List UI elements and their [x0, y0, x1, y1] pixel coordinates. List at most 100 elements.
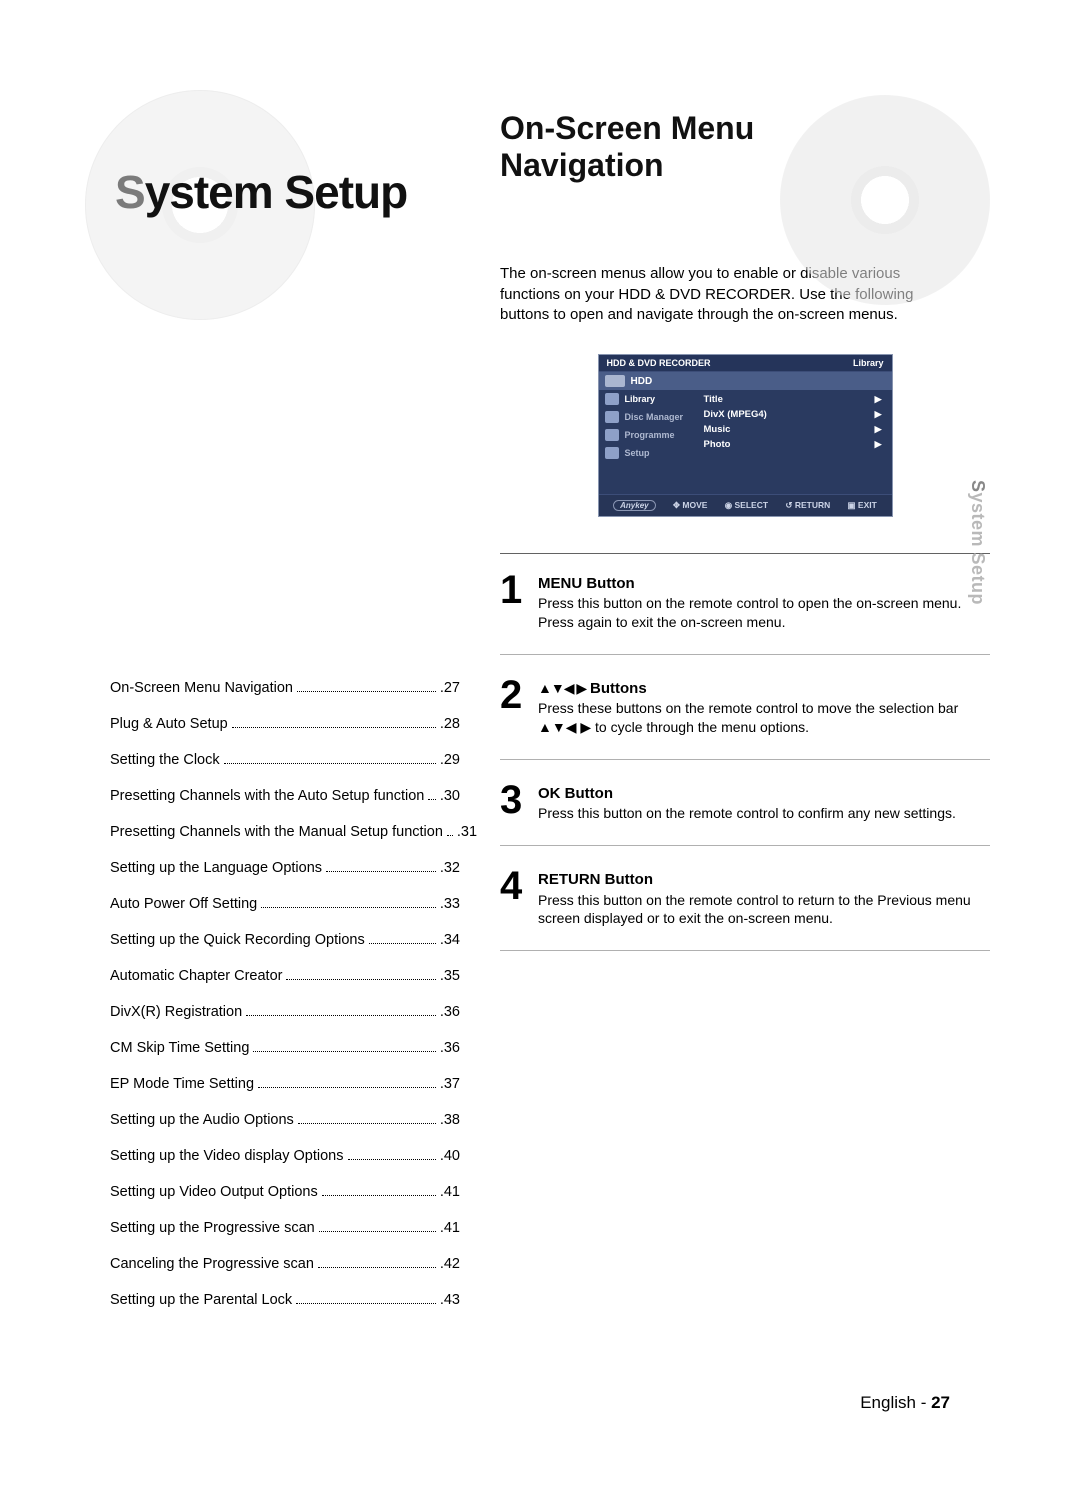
- toc-dots: [428, 799, 435, 800]
- step-number: 3: [500, 782, 530, 823]
- step-number: 4: [500, 868, 530, 928]
- toc-row: Plug & Auto Setup .28: [110, 716, 460, 732]
- toc-row: Auto Power Off Setting.33: [110, 896, 460, 912]
- toc-dots: [369, 943, 436, 944]
- footer-sep: -: [916, 1393, 931, 1412]
- chevron-right-icon: ▶: [875, 409, 882, 420]
- toc-row: Presetting Channels with the Auto Setup …: [110, 788, 460, 804]
- toc-page: .37: [440, 1076, 460, 1092]
- divider: [500, 654, 990, 655]
- osd-footer: Anykey ✥ MOVE ◉ SELECT ↺ RETURN ▣ EXIT: [599, 494, 892, 516]
- osd-side-item: Programme: [599, 426, 694, 444]
- osd-foot-select: ◉ SELECT: [725, 500, 768, 511]
- osd-side-item: Setup: [599, 444, 694, 462]
- osd-header: HDD & DVD RECORDER Library: [599, 355, 892, 372]
- hdd-icon: [605, 375, 625, 387]
- osd-main-item: Photo▶: [704, 437, 882, 452]
- step-title: RETURN Button: [538, 871, 653, 888]
- step-number: 2: [500, 677, 530, 737]
- toc-label: Setting up the Audio Options: [110, 1112, 294, 1128]
- toc-row: Setting the Clock.29: [110, 752, 460, 768]
- section-title: On-Screen Menu Navigation: [500, 110, 990, 184]
- toc-page: .42: [440, 1256, 460, 1272]
- left-column: System Setup On-Screen Menu Navigation.2…: [110, 110, 460, 1328]
- osd-body: LibraryDisc ManagerProgrammeSetup Title▶…: [599, 390, 892, 466]
- osd-main-item: DivX (MPEG4)▶: [704, 407, 882, 422]
- toc-label: Setting up the Language Options: [110, 860, 322, 876]
- chapter-title: System Setup: [110, 110, 460, 219]
- toc-row: Presetting Channels with the Manual Setu…: [110, 824, 460, 840]
- toc-page: .29: [440, 752, 460, 768]
- step: 3OK ButtonPress this button on the remot…: [500, 782, 990, 823]
- toc-row: Setting up the Video display Options .40: [110, 1148, 460, 1164]
- toc-row: Automatic Chapter Creator.35: [110, 968, 460, 984]
- steps-list: 1MENU ButtonPress this button on the rem…: [500, 572, 990, 951]
- osd-side-item: Library: [599, 390, 694, 408]
- toc-dots: [224, 763, 436, 764]
- footer-language: English: [860, 1393, 916, 1412]
- toc-page: .40: [440, 1148, 460, 1164]
- toc-label: Setting up Video Output Options: [110, 1184, 318, 1200]
- step: 4RETURN ButtonPress this button on the r…: [500, 868, 990, 928]
- toc-label: Setting up the Parental Lock: [110, 1292, 292, 1308]
- osd-device: HDD: [631, 376, 653, 387]
- toc-dots: [253, 1051, 435, 1052]
- step-title: MENU Button: [538, 575, 635, 592]
- menu-icon: [605, 393, 619, 405]
- osd-header-right: Library: [853, 358, 884, 368]
- toc-dots: [318, 1267, 436, 1268]
- toc-row: DivX(R) Registration.36: [110, 1004, 460, 1020]
- toc-dots: [447, 835, 453, 836]
- toc-page: .34: [440, 932, 460, 948]
- toc-dots: [297, 691, 436, 692]
- toc-dots: [322, 1195, 436, 1196]
- toc-page: .28: [440, 716, 460, 732]
- toc-page: .38: [440, 1112, 460, 1128]
- page-footer: English - 27: [860, 1393, 950, 1413]
- osd-side-item: Disc Manager: [599, 408, 694, 426]
- toc-row: EP Mode Time Setting .37: [110, 1076, 460, 1092]
- toc-row: CM Skip Time Setting.36: [110, 1040, 460, 1056]
- step-body: MENU ButtonPress this button on the remo…: [538, 572, 961, 632]
- toc-page: .41: [440, 1220, 460, 1236]
- toc-dots: [246, 1015, 436, 1016]
- toc-label: Setting up the Quick Recording Options: [110, 932, 365, 948]
- osd-foot-move: ✥ MOVE: [673, 500, 708, 511]
- osd-header-left: HDD & DVD RECORDER: [607, 358, 711, 368]
- toc-label: Setting up the Video display Options: [110, 1148, 344, 1164]
- toc-row: On-Screen Menu Navigation.27: [110, 680, 460, 696]
- divider: [500, 845, 990, 846]
- toc-page: .32: [440, 860, 460, 876]
- toc-page: .43: [440, 1292, 460, 1308]
- table-of-contents: On-Screen Menu Navigation.27 Plug & Auto …: [110, 680, 460, 1308]
- step-body: OK ButtonPress this button on the remote…: [538, 782, 956, 823]
- osd-empty: [599, 466, 892, 494]
- toc-page: .36: [440, 1040, 460, 1056]
- footer-page: 27: [931, 1393, 950, 1412]
- toc-row: Setting up Video Output Options.41: [110, 1184, 460, 1200]
- section-title-line2: Navigation: [500, 147, 664, 183]
- toc-dots: [319, 1231, 436, 1232]
- toc-page: .36: [440, 1004, 460, 1020]
- toc-page: .35: [440, 968, 460, 984]
- osd-device-row: HDD: [599, 372, 892, 390]
- chapter-rest: ystem Setup: [145, 166, 408, 218]
- toc-label: EP Mode Time Setting: [110, 1076, 254, 1092]
- sidetab-rest: ystem Setup: [968, 493, 988, 606]
- chevron-right-icon: ▶: [875, 424, 882, 435]
- toc-dots: [286, 979, 435, 980]
- section-title-line1: On-Screen Menu: [500, 110, 754, 146]
- toc-label: Plug & Auto Setup: [110, 716, 228, 732]
- step-number: 1: [500, 572, 530, 632]
- toc-row: Setting up the Quick Recording Options .3…: [110, 932, 460, 948]
- toc-label: Auto Power Off Setting: [110, 896, 257, 912]
- toc-row: Setting up the Progressive scan.41: [110, 1220, 460, 1236]
- toc-dots: [298, 1123, 436, 1124]
- menu-icon: [605, 447, 619, 459]
- osd-foot-return: ↺ RETURN: [785, 500, 830, 511]
- chapter-heading: System Setup: [110, 110, 460, 300]
- osd-preview: HDD & DVD RECORDER Library HDD LibraryDi…: [598, 354, 893, 517]
- toc-dots: [326, 871, 436, 872]
- step: 2▲▼◀ ▶ ButtonsPress these buttons on the…: [500, 677, 990, 737]
- toc-dots: [232, 727, 436, 728]
